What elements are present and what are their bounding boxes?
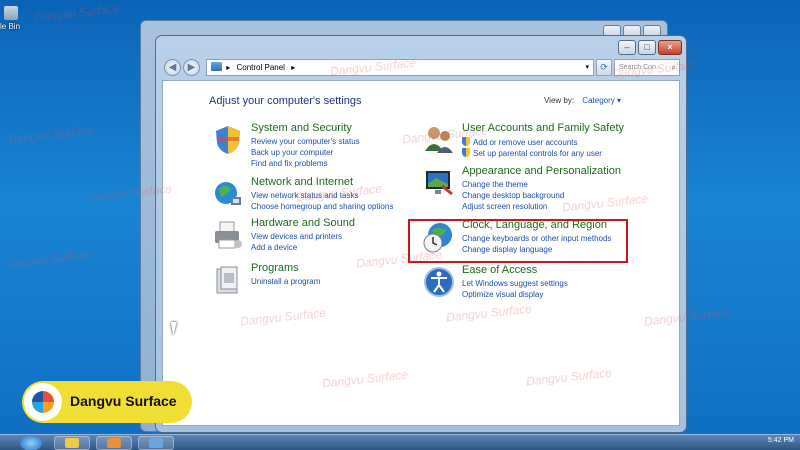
link-change-theme[interactable]: Change the theme (462, 180, 528, 189)
category-title[interactable]: Ease of Access (462, 264, 537, 276)
maximize-button[interactable]: □ (638, 40, 656, 55)
view-by-dropdown[interactable]: Category ▾ (582, 96, 621, 105)
shield-flag-icon (211, 123, 245, 157)
category-system-security: System and Security Review your computer… (211, 122, 421, 168)
watermark: Dangvu Surface (33, 1, 121, 25)
taskbar-clock[interactable]: 5:42 PM (768, 437, 794, 444)
back-button[interactable]: ◀ (164, 59, 181, 76)
minimize-button[interactable]: – (618, 40, 636, 55)
category-title[interactable]: System and Security (251, 122, 352, 134)
link-windows-suggest[interactable]: Let Windows suggest settings (462, 279, 568, 288)
ease-of-access-icon (422, 265, 456, 299)
link-devices-printers[interactable]: View devices and printers (251, 232, 342, 241)
page-title: Adjust your computer's settings (209, 95, 362, 107)
start-button[interactable] (20, 435, 42, 450)
address-dropdown-icon[interactable]: ▾ (585, 60, 589, 75)
link-review-status[interactable]: Review your computer's status (251, 137, 360, 146)
address-toolbar: ◀ ▶ ▸ Control Panel ▸ ▾ ⟳ Search Con... … (162, 59, 680, 77)
view-by: View by: Category ▾ (544, 96, 621, 105)
recycle-bin-icon[interactable]: le Bin (0, 6, 22, 31)
brand-name: Dangvu Surface (70, 393, 177, 409)
link-homegroup[interactable]: Choose homegroup and sharing options (251, 202, 393, 211)
control-panel-icon (211, 62, 222, 71)
link-find-fix[interactable]: Find and fix problems (251, 159, 327, 168)
category-title[interactable]: Appearance and Personalization (462, 165, 621, 177)
link-add-remove-users[interactable]: Add or remove user accounts (462, 137, 578, 147)
taskbar-media-button[interactable] (96, 436, 132, 450)
watermark: Dangvu Surface (5, 247, 93, 271)
view-by-label: View by: (543, 96, 575, 105)
uac-shield-icon (462, 148, 470, 157)
link-screen-resolution[interactable]: Adjust screen resolution (462, 202, 547, 211)
taskbar-explorer-button[interactable] (54, 436, 90, 450)
link-parental-controls[interactable]: Set up parental controls for any user (462, 148, 602, 158)
recycle-bin-label: le Bin (0, 22, 21, 31)
monitor-icon (422, 166, 456, 200)
link-back-up[interactable]: Back up your computer (251, 148, 333, 157)
link-uninstall[interactable]: Uninstall a program (251, 277, 320, 286)
link-optimize-visual[interactable]: Optimize visual display (462, 290, 543, 299)
brand-badge: Dangvu Surface (22, 381, 192, 423)
taskbar: 5:42 PM (0, 434, 800, 450)
taskbar-control-panel-button[interactable] (138, 436, 174, 450)
watermark: Dangvu Surface (7, 123, 95, 147)
refresh-button[interactable]: ⟳ (596, 59, 612, 76)
brand-logo (24, 383, 62, 421)
printer-icon (211, 218, 245, 252)
programs-icon (211, 263, 245, 297)
breadcrumb-arrow-icon[interactable]: ▸ (226, 63, 230, 72)
breadcrumb-trail-arrow-icon[interactable]: ▸ (291, 63, 295, 72)
forward-button[interactable]: ▶ (183, 59, 200, 76)
category-title[interactable]: Hardware and Sound (251, 217, 355, 229)
category-title[interactable]: Programs (251, 262, 299, 274)
category-programs: Programs Uninstall a program (211, 262, 421, 307)
globe-network-icon (211, 177, 245, 211)
breadcrumb-control-panel[interactable]: Control Panel (236, 63, 284, 72)
close-button[interactable]: × (658, 40, 682, 55)
recycle-bin-image (4, 6, 18, 20)
link-desktop-background[interactable]: Change desktop background (462, 191, 564, 200)
link-add-device[interactable]: Add a device (251, 243, 297, 252)
